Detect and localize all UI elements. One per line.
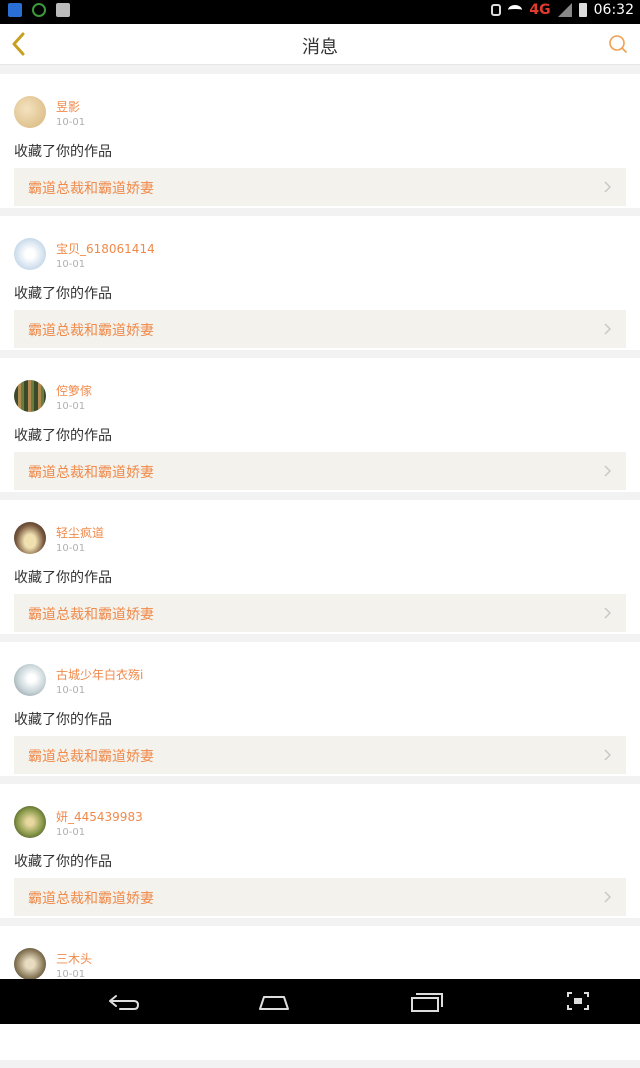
- screenshot-nav-icon[interactable]: [558, 987, 598, 1015]
- message-time: 10-01: [56, 401, 86, 412]
- image-icon: [56, 3, 70, 17]
- wifi-icon: [508, 5, 523, 15]
- home-nav-icon[interactable]: [254, 987, 294, 1015]
- avatar[interactable]: [14, 522, 46, 554]
- message-action: 收藏了你的作品: [14, 286, 112, 302]
- sync-icon: [32, 3, 46, 17]
- mute-icon: [491, 4, 502, 16]
- search-icon[interactable]: [608, 34, 628, 54]
- message-item: 古城少年白衣殇i 10-01 收藏了你的作品 霸道总裁和霸道娇妻: [0, 642, 640, 776]
- chevron-right-icon: [604, 181, 612, 193]
- user-name[interactable]: 古城少年白衣殇i: [56, 666, 143, 683]
- work-link[interactable]: 霸道总裁和霸道娇妻: [14, 736, 626, 774]
- chevron-right-icon: [604, 749, 612, 761]
- message-time: 10-01: [56, 543, 86, 554]
- signal-icon: [557, 3, 572, 17]
- message-action: 收藏了你的作品: [14, 428, 112, 444]
- avatar[interactable]: [14, 664, 46, 696]
- chevron-right-icon: [604, 891, 612, 903]
- clock: 06:32: [593, 2, 634, 18]
- message-item: 宝贝_618061414 10-01 收藏了你的作品 霸道总裁和霸道娇妻: [0, 216, 640, 350]
- back-nav-icon[interactable]: [102, 987, 142, 1015]
- work-title: 霸道总裁和霸道娇妻: [28, 607, 154, 623]
- message-action: 收藏了你的作品: [14, 712, 112, 728]
- avatar[interactable]: [14, 948, 46, 980]
- message-item: 轻尘疯道 10-01 收藏了你的作品 霸道总裁和霸道娇妻: [0, 500, 640, 634]
- work-link[interactable]: 霸道总裁和霸道娇妻: [14, 878, 626, 916]
- message-action: 收藏了你的作品: [14, 570, 112, 586]
- battery-icon: [578, 3, 587, 17]
- work-link[interactable]: 霸道总裁和霸道娇妻: [14, 452, 626, 490]
- user-name[interactable]: 三木头: [56, 950, 92, 967]
- navigation-bar: [0, 979, 640, 1024]
- avatar[interactable]: [14, 96, 46, 128]
- message-action: 收藏了你的作品: [14, 144, 112, 160]
- avatar[interactable]: [14, 380, 46, 412]
- work-link[interactable]: 霸道总裁和霸道娇妻: [14, 310, 626, 348]
- work-title: 霸道总裁和霸道娇妻: [28, 181, 154, 197]
- status-bar: 4G 06:32: [0, 0, 640, 24]
- page-title: 消息: [302, 37, 338, 58]
- work-title: 霸道总裁和霸道娇妻: [28, 465, 154, 481]
- chevron-right-icon: [604, 465, 612, 477]
- avatar[interactable]: [14, 238, 46, 270]
- chevron-right-icon: [604, 607, 612, 619]
- work-title: 霸道总裁和霸道娇妻: [28, 891, 154, 907]
- user-name[interactable]: 倥箩傢: [56, 382, 92, 399]
- message-time: 10-01: [56, 685, 86, 696]
- user-name[interactable]: 轻尘疯道: [56, 524, 104, 541]
- message-list: 昱影 10-01 收藏了你的作品 霸道总裁和霸道娇妻 宝贝_618061414 …: [0, 74, 640, 1068]
- message-item: 倥箩傢 10-01 收藏了你的作品 霸道总裁和霸道娇妻: [0, 358, 640, 492]
- app-header: 消息: [0, 24, 640, 65]
- message-time: 10-01: [56, 259, 86, 270]
- work-title: 霸道总裁和霸道娇妻: [28, 323, 154, 339]
- message-action: 收藏了你的作品: [14, 854, 112, 870]
- user-name[interactable]: 昱影: [56, 98, 80, 115]
- avatar[interactable]: [14, 806, 46, 838]
- user-name[interactable]: 妍_445439983: [56, 808, 143, 825]
- recents-nav-icon[interactable]: [406, 987, 446, 1015]
- network-type: 4G: [529, 2, 551, 18]
- message-time: 10-01: [56, 117, 86, 128]
- message-item: 昱影 10-01 收藏了你的作品 霸道总裁和霸道娇妻: [0, 74, 640, 208]
- work-link[interactable]: 霸道总裁和霸道娇妻: [14, 168, 626, 206]
- chevron-right-icon: [604, 323, 612, 335]
- user-name[interactable]: 宝贝_618061414: [56, 240, 155, 257]
- work-link[interactable]: 霸道总裁和霸道娇妻: [14, 594, 626, 632]
- message-item: 妍_445439983 10-01 收藏了你的作品 霸道总裁和霸道娇妻: [0, 784, 640, 918]
- app-notification-icon: [8, 3, 22, 17]
- work-title: 霸道总裁和霸道娇妻: [28, 749, 154, 765]
- message-time: 10-01: [56, 827, 86, 838]
